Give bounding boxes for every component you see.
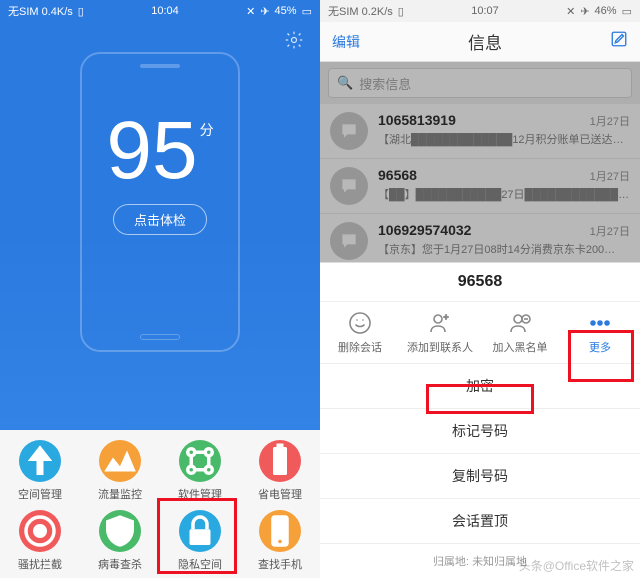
- action-label: 更多: [589, 339, 611, 355]
- feature-label: 骚扰拦截: [18, 556, 62, 572]
- status-battery: 46%: [595, 5, 617, 17]
- feature-icon: [179, 440, 221, 482]
- feature-label: 隐私空间: [178, 556, 222, 572]
- action-label: 添加到联系人: [407, 339, 473, 355]
- feature-tile[interactable]: 空间管理: [0, 440, 80, 502]
- feature-label: 查找手机: [258, 556, 302, 572]
- sheet-action[interactable]: 删除会话: [320, 302, 400, 363]
- action-label: 删除会话: [338, 339, 382, 355]
- feature-icon: [179, 510, 221, 552]
- sheet-actions-row: 删除会话 添加到联系人 加入黑名单 更多: [320, 301, 640, 364]
- feature-label: 病毒查杀: [98, 556, 142, 572]
- feature-icon: [99, 440, 141, 482]
- feature-icon: [259, 510, 301, 552]
- sheet-action[interactable]: 更多: [560, 302, 640, 363]
- feature-tile[interactable]: 查找手机: [240, 510, 320, 572]
- messages-app-screen: 无SIM 0.2K/s▯ 10:07 ✕✈46%▭ 编辑 信息 🔍 搜索信息 1…: [320, 0, 640, 578]
- sheet-menu-item[interactable]: 复制号码: [320, 454, 640, 499]
- action-icon: [587, 310, 613, 336]
- feature-tile[interactable]: 病毒查杀: [80, 510, 160, 572]
- feature-label: 省电管理: [258, 486, 302, 502]
- action-label: 加入黑名单: [493, 339, 548, 355]
- action-sheet: 96568 删除会话添加到联系人加入黑名单更多 加密标记号码复制号码会话置顶 归…: [320, 262, 640, 578]
- feature-label: 软件管理: [178, 486, 222, 502]
- action-icon: [347, 310, 373, 336]
- status-time: 10:07: [471, 5, 499, 17]
- page-title: 信息: [468, 29, 502, 54]
- sheet-action[interactable]: 添加到联系人: [400, 302, 480, 363]
- sheet-menu: 加密标记号码复制号码会话置顶: [320, 364, 640, 544]
- feature-label: 空间管理: [18, 486, 62, 502]
- messages-header: 编辑 信息: [320, 22, 640, 62]
- sheet-action[interactable]: 加入黑名单: [480, 302, 560, 363]
- feature-tile[interactable]: 软件管理: [160, 440, 240, 502]
- status-time: 10:04: [151, 5, 179, 17]
- sheet-title: 96568: [320, 263, 640, 301]
- status-battery: 45%: [275, 5, 297, 17]
- feature-tile[interactable]: 骚扰拦截: [0, 510, 80, 572]
- device-outline: 95 分 点击体检: [80, 52, 240, 352]
- feature-icon: [19, 510, 61, 552]
- feature-tile[interactable]: 省电管理: [240, 440, 320, 502]
- sheet-menu-item[interactable]: 标记号码: [320, 409, 640, 454]
- feature-label: 流量监控: [98, 486, 142, 502]
- feature-grid: 空间管理 流量监控 软件管理 省电管理骚扰拦截 病毒查杀 隐私空间 查找手机: [0, 430, 320, 578]
- sheet-menu-item[interactable]: 加密: [320, 364, 640, 409]
- security-app-screen: 无SIM 0.4K/s▯ 10:04 ✕✈45%▭ 95 分 点击体检 空间管理…: [0, 0, 320, 578]
- action-icon: [507, 310, 533, 336]
- feature-icon: [99, 510, 141, 552]
- start-scan-button[interactable]: 点击体检: [113, 204, 207, 235]
- feature-icon: [19, 440, 61, 482]
- status-network: 无SIM 0.4K/s: [8, 3, 73, 19]
- sheet-menu-item[interactable]: 会话置顶: [320, 499, 640, 544]
- feature-icon: [259, 440, 301, 482]
- feature-tile[interactable]: 隐私空间: [160, 510, 240, 572]
- status-bar: 无SIM 0.2K/s▯ 10:07 ✕✈46%▭: [320, 0, 640, 22]
- watermark: 头条@Office软件之家: [519, 557, 634, 574]
- security-score: 95 分: [106, 110, 213, 192]
- settings-gear-icon[interactable]: [284, 30, 304, 56]
- action-icon: [427, 310, 453, 336]
- status-network: 无SIM 0.2K/s: [328, 3, 393, 19]
- status-bar: 无SIM 0.4K/s▯ 10:04 ✕✈45%▭: [0, 0, 320, 22]
- compose-icon[interactable]: [610, 30, 628, 53]
- feature-tile[interactable]: 流量监控: [80, 440, 160, 502]
- edit-button[interactable]: 编辑: [332, 32, 360, 52]
